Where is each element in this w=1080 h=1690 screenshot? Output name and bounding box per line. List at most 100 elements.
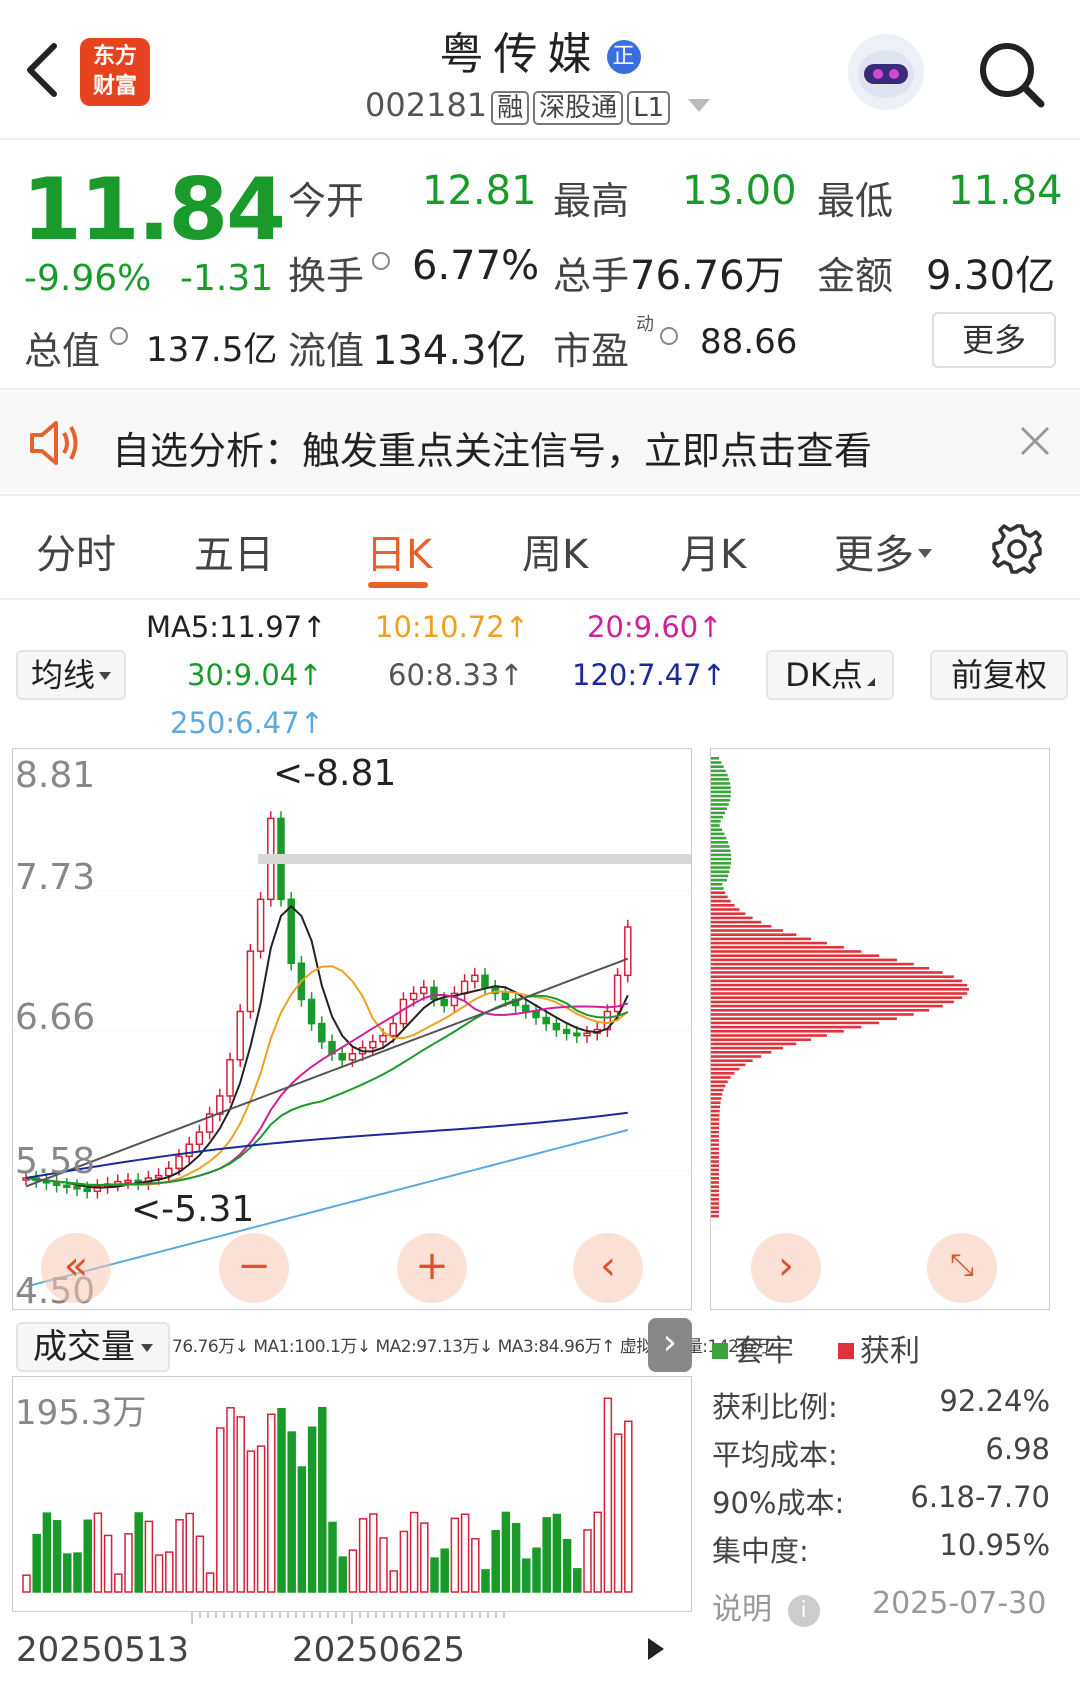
volume-bar	[165, 1551, 174, 1593]
tab-five-day[interactable]: 五日	[194, 522, 274, 580]
candle-body	[471, 974, 479, 983]
chip-bar	[711, 1139, 720, 1142]
y-label-881: 8.81	[15, 755, 96, 796]
volume-bar	[420, 1522, 429, 1593]
chip-bar	[711, 1080, 728, 1083]
stock-code-row: 002181 融深股通 L1	[365, 86, 711, 126]
candle-body	[573, 1032, 581, 1037]
candle-body	[307, 998, 316, 1025]
chip-bar	[711, 1097, 722, 1100]
candle-body	[409, 992, 418, 1001]
ma-select[interactable]: 均线	[16, 650, 126, 700]
chip-bar	[711, 1030, 844, 1033]
zoom-out-icon[interactable]: −	[219, 1233, 289, 1303]
chip-bar	[711, 857, 732, 861]
volume-bar	[32, 1533, 41, 1593]
tab-more[interactable]: 更多	[834, 522, 932, 580]
dk-point-button[interactable]: DK点	[766, 650, 894, 700]
chip-bar	[711, 883, 723, 886]
chip-bar	[711, 929, 784, 932]
volume-bar	[93, 1512, 103, 1593]
volume-bar	[328, 1521, 337, 1593]
more-quote-button[interactable]: 更多	[932, 312, 1056, 368]
dk-point-label: DK点	[785, 656, 863, 694]
next-icon[interactable]: ›	[751, 1233, 821, 1303]
volume-bar	[440, 1548, 449, 1593]
rewind-icon[interactable]: «	[41, 1233, 111, 1303]
volume-bar	[246, 1450, 256, 1593]
open-value: 12.81	[422, 168, 537, 214]
expand-icon[interactable]: ⤡	[927, 1233, 997, 1303]
chip-date: 2025-07-30	[872, 1586, 1047, 1621]
active-tab-indicator	[368, 582, 428, 588]
chip-bar	[711, 1042, 797, 1046]
candle-body	[73, 1185, 81, 1190]
candle-body	[195, 1131, 204, 1145]
info-icon[interactable]	[660, 327, 678, 345]
candle-body	[481, 974, 489, 989]
chip-bar	[711, 1198, 719, 1201]
chip-bar	[711, 1025, 862, 1029]
chip-bar	[711, 1109, 720, 1113]
chip-bar	[711, 899, 731, 903]
chip-bar	[711, 1156, 720, 1159]
tab-monthly-k[interactable]: 月K	[680, 522, 746, 580]
tab-daily-k[interactable]: 日K	[366, 522, 432, 580]
play-icon[interactable]	[648, 1638, 664, 1660]
volume-bar	[358, 1518, 368, 1593]
chip-bar	[711, 1013, 914, 1016]
robot-assistant-icon[interactable]	[848, 34, 924, 110]
legend-profit: 获利	[838, 1326, 920, 1370]
volume-select[interactable]: 成交量	[16, 1322, 170, 1372]
volume-chart[interactable]: 195.3万	[12, 1376, 692, 1612]
info-icon[interactable]	[110, 327, 128, 345]
chip-bar	[711, 1118, 720, 1121]
adjust-button[interactable]: 前复权	[930, 650, 1068, 700]
candle-body	[52, 1182, 61, 1186]
search-icon[interactable]	[975, 38, 1047, 110]
avg-cost-value: 6.98	[985, 1432, 1050, 1466]
prev-icon[interactable]: ‹	[573, 1233, 643, 1303]
volume-bar	[287, 1431, 296, 1593]
zoom-in-icon[interactable]: +	[397, 1233, 467, 1303]
volume-bar	[195, 1535, 205, 1593]
chip-bar	[711, 988, 969, 991]
explain-link[interactable]: 说明 i	[712, 1584, 820, 1628]
chip-bar	[711, 1017, 897, 1020]
chip-bar	[711, 799, 730, 802]
chip-bar	[711, 941, 827, 945]
volume-bar	[593, 1511, 602, 1593]
chip-bar	[711, 1088, 724, 1092]
chip-bar	[711, 820, 721, 823]
volume-bar	[511, 1522, 521, 1593]
info-icon[interactable]	[372, 252, 390, 270]
close-icon[interactable]	[1018, 424, 1052, 458]
expand-right-button[interactable]: ›	[648, 1318, 692, 1372]
candle-body	[165, 1167, 173, 1177]
profit-ratio-label: 获利比例:	[712, 1390, 838, 1424]
tab-weekly-k[interactable]: 周K	[522, 522, 588, 580]
chip-chart[interactable]: › ⤡	[710, 748, 1050, 1310]
chip-bar	[711, 1093, 723, 1096]
volume-bar	[226, 1407, 235, 1593]
dropdown-icon[interactable]	[688, 99, 711, 112]
chip-bar	[711, 1055, 762, 1058]
volume-bar	[297, 1466, 307, 1593]
settings-gear-icon[interactable]	[990, 522, 1044, 576]
volume-value: 76.76万	[630, 253, 785, 299]
k-chart[interactable]: 8.81 7.73 6.66 5.58 4.50 <-8.81 <-5.31 «…	[12, 748, 692, 1310]
tab-more-label: 更多	[834, 532, 914, 578]
chip-bar	[711, 891, 726, 894]
caret-down-icon	[918, 549, 932, 558]
volume-bar	[583, 1529, 592, 1593]
chip-bar	[711, 996, 963, 999]
candle-body	[226, 1059, 234, 1097]
volume-bar	[175, 1519, 184, 1593]
change-pct: -9.96%	[24, 258, 152, 299]
notice-text[interactable]: 自选分析：触发重点关注信号，立即点击查看	[112, 420, 872, 475]
chip-bar	[711, 925, 772, 928]
chip-bar	[711, 1105, 721, 1109]
tab-intraday[interactable]: 分时	[36, 522, 116, 580]
candle-body	[379, 1034, 387, 1043]
chip-bar	[711, 971, 943, 974]
